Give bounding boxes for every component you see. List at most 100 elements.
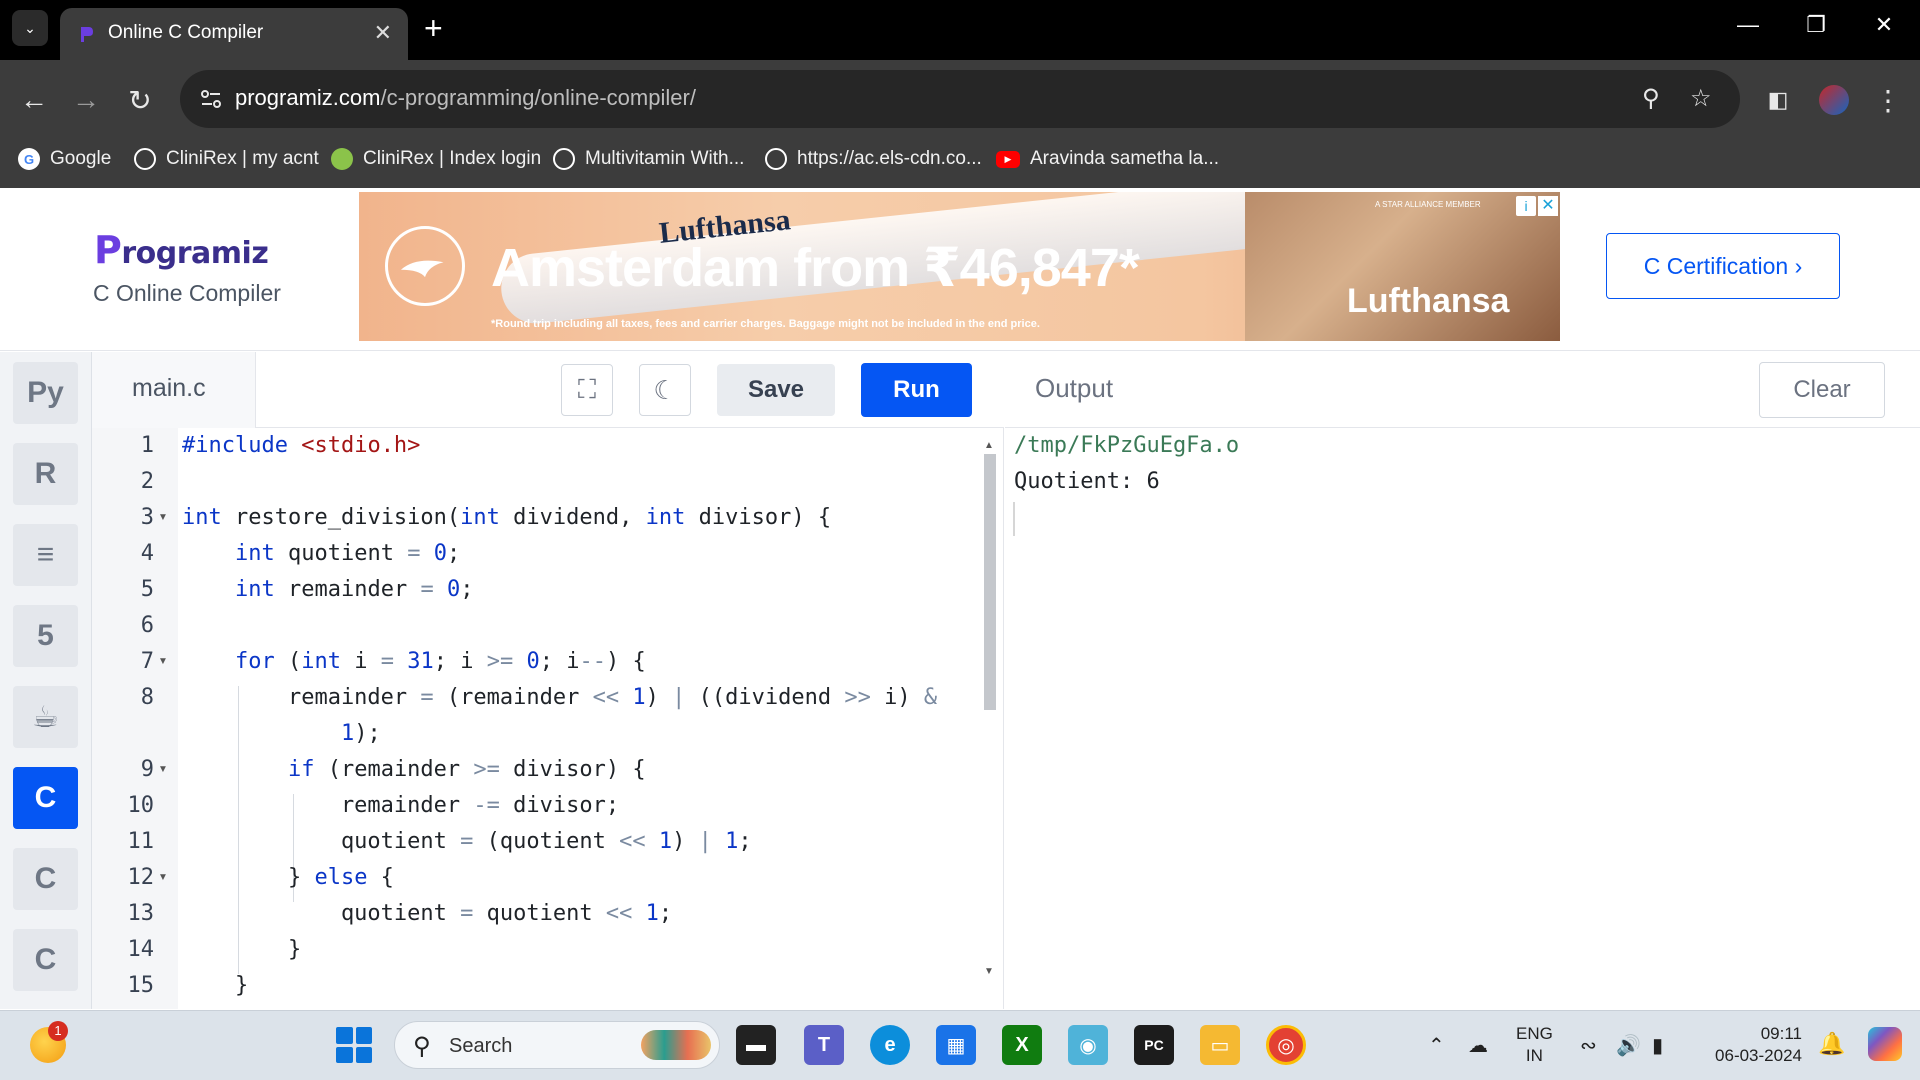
output-console[interactable]: /tmp/FkPzGuEgFa.o Quotient: 6 bbox=[1005, 428, 1920, 1009]
battery-icon[interactable]: ▮ bbox=[1652, 1033, 1663, 1058]
file-tab[interactable]: main.c bbox=[92, 352, 256, 428]
photos-icon[interactable]: ◉ bbox=[1068, 1025, 1108, 1065]
save-button[interactable]: Save bbox=[717, 364, 835, 416]
code-line: for (int i = 31; i >= 0; i--) { bbox=[234, 649, 646, 674]
store-icon[interactable]: ▦ bbox=[936, 1025, 976, 1065]
output-path: /tmp/FkPzGuEgFa.o bbox=[1014, 433, 1240, 458]
line-number: 4 bbox=[140, 541, 154, 566]
code-line: } bbox=[182, 937, 302, 962]
code-line: int remainder = 0; bbox=[234, 577, 474, 602]
python-icon[interactable]: Py bbox=[13, 362, 78, 424]
fold-arrow-icon[interactable]: ▼ bbox=[158, 872, 168, 883]
site-header: Programiz C Online Compiler Lufthansa Am… bbox=[0, 188, 1920, 351]
minimize-button[interactable]: — bbox=[1728, 12, 1768, 38]
scroll-up-arrow-icon[interactable]: ▲ bbox=[984, 440, 994, 451]
url-text: programiz.com/c-programming/online-compi… bbox=[235, 85, 696, 111]
globe-icon bbox=[765, 148, 787, 170]
advertisement-banner[interactable]: Lufthansa Amsterdam from ₹46,847* *Round… bbox=[359, 192, 1560, 341]
chevron-up-icon[interactable]: ⌃ bbox=[1428, 1033, 1445, 1058]
fold-arrow-icon[interactable]: ▼ bbox=[158, 656, 168, 667]
html5-icon[interactable]: 5 bbox=[13, 605, 78, 667]
notification-badge: 1 bbox=[48, 1021, 68, 1041]
browser-tab-bar: ⌄ Online C Compiler ✕ + — ❐ ✕ bbox=[0, 0, 1920, 60]
tab-title: Online C Compiler bbox=[108, 22, 264, 43]
back-arrow-icon[interactable]: ← bbox=[14, 80, 54, 120]
chevron-down-icon: ⌄ bbox=[24, 19, 36, 36]
side-panel-icon[interactable]: ◧ bbox=[1758, 80, 1798, 120]
c-icon[interactable]: C bbox=[13, 767, 78, 829]
fold-arrow-icon[interactable]: ▼ bbox=[158, 764, 168, 775]
editor-scrollbar[interactable]: ▲ ▼ bbox=[980, 440, 1000, 1000]
windows-taskbar: 1 ⚲ Search ▬ T e ▦ X ◉ PC ▭ ◎ ⌃ ☁ ENG IN… bbox=[0, 1010, 1920, 1080]
reload-icon[interactable]: ↻ bbox=[120, 80, 160, 120]
bookmark-clinirex-acnt[interactable]: CliniRex | my acnt bbox=[134, 148, 319, 170]
bookmark-clinirex-index[interactable]: CliniRex | Index login bbox=[331, 148, 541, 170]
clock[interactable]: 09:11 06-03-2024 bbox=[1702, 1023, 1802, 1067]
windows-start-icon[interactable] bbox=[336, 1027, 372, 1063]
zoom-icon[interactable]: ⚲ bbox=[1642, 84, 1660, 113]
restore-button[interactable]: ❐ bbox=[1796, 12, 1836, 38]
youtube-icon: ▶ bbox=[996, 150, 1020, 168]
bookmark-google[interactable]: G Google bbox=[18, 148, 111, 170]
bookmarks-bar: G Google CliniRex | my acnt CliniRex | I… bbox=[0, 130, 1920, 188]
profile-avatar[interactable] bbox=[1814, 80, 1854, 120]
language-indicator[interactable]: ENG IN bbox=[1516, 1023, 1553, 1067]
scroll-down-arrow-icon[interactable]: ▼ bbox=[984, 966, 994, 977]
dark-mode-icon[interactable]: ☾ bbox=[639, 364, 691, 416]
line-number: 9 bbox=[140, 757, 154, 782]
edge-icon[interactable]: e bbox=[870, 1025, 910, 1065]
bookmark-els-cdn[interactable]: https://ac.els-cdn.co... bbox=[765, 148, 982, 170]
ad-info-icon[interactable]: i bbox=[1516, 196, 1536, 216]
notification-bell-icon[interactable]: 🔔 bbox=[1818, 1031, 1845, 1057]
teams-icon[interactable]: T bbox=[804, 1025, 844, 1065]
folder-icon[interactable]: ▭ bbox=[1200, 1025, 1240, 1065]
site-info-icon[interactable] bbox=[196, 84, 226, 114]
file-explorer-dark-icon[interactable]: ▬ bbox=[736, 1025, 776, 1065]
csharp-icon[interactable]: C bbox=[13, 929, 78, 991]
fold-arrow-icon[interactable]: ▼ bbox=[158, 512, 168, 523]
address-bar[interactable]: programiz.com/c-programming/online-compi… bbox=[180, 70, 1740, 128]
bookmark-label: https://ac.els-cdn.co... bbox=[797, 148, 982, 169]
certification-button[interactable]: C Certification › bbox=[1606, 233, 1840, 299]
line-number: 6 bbox=[140, 613, 154, 638]
bookmark-star-icon[interactable]: ☆ bbox=[1690, 84, 1712, 113]
scrollbar-thumb[interactable] bbox=[984, 454, 996, 710]
tab-close-icon[interactable]: ✕ bbox=[374, 20, 392, 46]
forward-arrow-icon[interactable]: → bbox=[66, 80, 106, 120]
code-line: if (remainder >= divisor) { bbox=[287, 757, 646, 782]
menu-kebab-icon[interactable]: ⋮ bbox=[1868, 80, 1908, 120]
new-tab-button[interactable]: + bbox=[424, 10, 443, 46]
ad-close-icon[interactable]: ✕ bbox=[1538, 196, 1558, 216]
taskbar-search-box[interactable]: ⚲ Search bbox=[394, 1021, 720, 1069]
close-window-button[interactable]: ✕ bbox=[1864, 12, 1904, 38]
run-button[interactable]: Run bbox=[861, 363, 972, 417]
bookmark-youtube[interactable]: ▶ Aravinda sametha la... bbox=[996, 148, 1219, 170]
cpp-icon[interactable]: C bbox=[13, 848, 78, 910]
volume-icon[interactable]: 🔊 bbox=[1616, 1033, 1641, 1058]
sql-icon[interactable]: ≡ bbox=[13, 524, 78, 586]
wifi-icon[interactable]: ∾ bbox=[1580, 1033, 1597, 1058]
code-editor[interactable]: 1 2 3 4 5 6 7 8 9 10 11 12 13 14 15 ▼ ▼ … bbox=[92, 428, 1004, 1009]
onedrive-icon[interactable]: ☁ bbox=[1468, 1033, 1488, 1058]
r-icon[interactable]: R bbox=[13, 443, 78, 505]
line-number: 14 bbox=[127, 937, 155, 962]
chrome-icon[interactable]: ◎ bbox=[1266, 1025, 1306, 1065]
output-header: Output Clear bbox=[1005, 352, 1920, 428]
active-tab[interactable]: Online C Compiler ✕ bbox=[60, 8, 408, 60]
pycharm-icon[interactable]: PC bbox=[1134, 1025, 1174, 1065]
tab-search-button[interactable]: ⌄ bbox=[12, 10, 48, 46]
ad-fine-print: *Round trip including all taxes, fees an… bbox=[491, 318, 1040, 330]
java-icon[interactable]: ☕ bbox=[13, 686, 78, 748]
copilot-icon[interactable] bbox=[1868, 1027, 1902, 1061]
bookmark-multivitamin[interactable]: Multivitamin With... bbox=[553, 148, 744, 170]
fullscreen-icon[interactable]: ⛶ bbox=[561, 364, 613, 416]
programiz-favicon-icon bbox=[81, 27, 93, 42]
clear-button[interactable]: Clear bbox=[1759, 362, 1885, 418]
line-number: 3 bbox=[140, 505, 154, 530]
date: 06-03-2024 bbox=[1715, 1046, 1802, 1065]
bookmark-label: Google bbox=[50, 148, 112, 169]
xbox-icon[interactable]: X bbox=[1002, 1025, 1042, 1065]
programiz-logo[interactable]: Programiz bbox=[94, 228, 269, 272]
bookmark-label: Multivitamin With... bbox=[585, 148, 745, 169]
bookmark-label: CliniRex | Index login bbox=[363, 148, 542, 169]
